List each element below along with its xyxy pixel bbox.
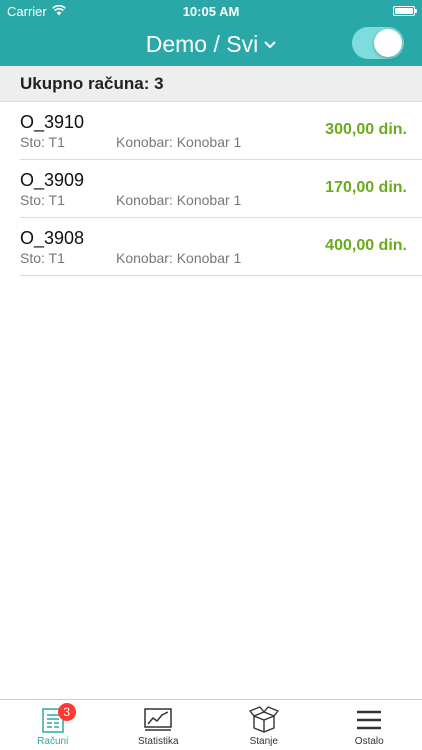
battery-icon <box>393 6 417 16</box>
racuni-badge: 3 <box>57 703 76 721</box>
header-bar: Carrier 10:05 AM Demo / Svi <box>0 0 422 66</box>
status-time: 10:05 AM <box>182 4 240 19</box>
chart-icon <box>143 706 173 734</box>
page-title: Demo / Svi <box>145 31 259 57</box>
tab-racuni[interactable]: 3 Računi <box>0 700 106 750</box>
tab-statistika[interactable]: Statistika <box>106 700 212 750</box>
tab-statistika-label: Statistika <box>137 736 179 747</box>
receipt-amount: 300,00 din. <box>325 121 407 138</box>
receipt-row[interactable]: O_3909 Sto: T1 Konobar: Konobar 1 170,00… <box>20 160 422 218</box>
battery-fill <box>395 8 413 14</box>
tab-racuni-label: Računi <box>37 736 69 747</box>
receipt-table: Sto: T1 <box>20 250 65 266</box>
receipt-id: O_3908 <box>20 228 85 248</box>
receipt-icon: 3 <box>40 703 76 734</box>
tab-stanje-label: Stanje <box>249 736 278 747</box>
box-icon <box>249 706 279 734</box>
receipt-count: Ukupno računa: 3 <box>0 66 422 102</box>
receipt-list: O_3910 Sto: T1 Konobar: Konobar 1 300,00… <box>0 102 422 276</box>
receipt-id: O_3910 <box>20 112 85 132</box>
tab-ostalo-label: Ostalo <box>354 736 384 747</box>
tab-ostalo[interactable]: Ostalo <box>317 700 422 750</box>
receipt-row[interactable]: O_3908 Sto: T1 Konobar: Konobar 1 400,00… <box>20 218 422 276</box>
receipt-waiter: Konobar: Konobar 1 <box>116 192 242 208</box>
status-bar: Carrier 10:05 AM <box>0 0 422 22</box>
receipt-table: Sto: T1 <box>20 134 65 150</box>
receipt-waiter: Konobar: Konobar 1 <box>116 250 242 266</box>
receipt-amount: 400,00 din. <box>325 237 407 254</box>
menu-icon <box>356 706 382 734</box>
tab-stanje[interactable]: Stanje <box>211 700 317 750</box>
receipt-row[interactable]: O_3910 Sto: T1 Konobar: Konobar 1 300,00… <box>20 102 422 160</box>
tab-bar: 3 Računi Statistika Stanje Ostalo <box>0 699 422 750</box>
receipt-id: O_3909 <box>20 170 85 190</box>
receipt-amount: 170,00 din. <box>325 179 407 196</box>
receipt-table: Sto: T1 <box>20 192 65 208</box>
filter-toggle[interactable] <box>352 27 404 59</box>
toggle-knob <box>374 29 402 57</box>
receipt-waiter: Konobar: Konobar 1 <box>116 134 242 150</box>
chevron-down-icon <box>264 41 276 49</box>
